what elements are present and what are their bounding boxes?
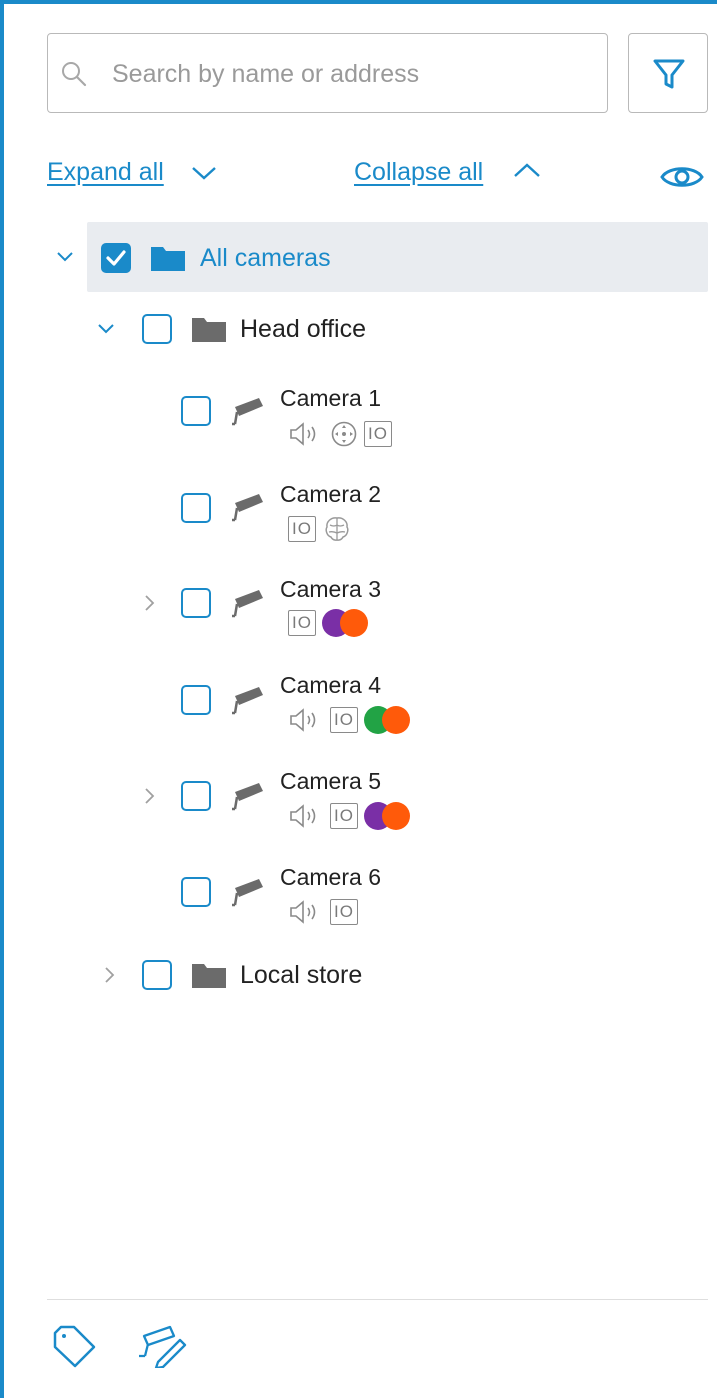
chevron-up-icon [514, 163, 540, 177]
camera-name: Camera 1 [280, 385, 381, 411]
chevron-right-icon[interactable] [103, 966, 115, 984]
checkbox-head-office[interactable] [142, 314, 172, 344]
camera-features: IO [288, 515, 352, 543]
orange-dot-icon [381, 706, 410, 734]
chevron-down-icon[interactable] [97, 322, 115, 336]
tag-icon[interactable] [51, 1323, 97, 1369]
collapse-all-link[interactable]: Collapse all [354, 158, 483, 187]
checkbox-camera-2[interactable] [181, 493, 211, 523]
checkbox-camera-5[interactable] [181, 781, 211, 811]
window-left-border [0, 0, 4, 1398]
folder-icon [192, 964, 226, 988]
search-icon [62, 62, 87, 87]
orange-dot-icon [381, 802, 410, 830]
chevron-right-icon[interactable] [143, 594, 155, 612]
checkbox-camera-6[interactable] [181, 877, 211, 907]
camera-icon [232, 783, 263, 811]
search-box[interactable] [47, 33, 608, 113]
speaker-icon [290, 422, 316, 446]
checkbox-camera-3[interactable] [181, 588, 211, 618]
checkbox-all-cameras[interactable] [101, 243, 131, 273]
chevron-down-icon [192, 167, 216, 180]
camera-features: IO [288, 609, 374, 637]
expand-all-link[interactable]: Expand all [47, 158, 164, 187]
checkbox-camera-1[interactable] [181, 396, 211, 426]
camera-name: Camera 2 [280, 481, 381, 507]
ptz-icon [331, 421, 357, 447]
speaker-icon [290, 804, 316, 828]
analytics-dots-icon [363, 802, 416, 830]
camera-features: IO [288, 898, 358, 926]
folder-icon [151, 247, 185, 271]
camera-icon [232, 879, 263, 907]
io-icon: IO [330, 803, 358, 829]
camera-name: Camera 3 [280, 576, 381, 602]
search-input[interactable] [112, 54, 592, 94]
camera-name: Camera 6 [280, 864, 381, 890]
io-icon: IO [288, 516, 316, 542]
camera-name: Camera 4 [280, 672, 381, 698]
folder-icon [192, 318, 226, 342]
camera-features: IO [288, 706, 416, 734]
eye-icon[interactable] [659, 162, 705, 192]
orange-dot-icon [339, 609, 368, 637]
chevron-right-icon[interactable] [143, 787, 155, 805]
analytics-dots-icon [363, 706, 416, 734]
bottom-divider [47, 1299, 708, 1300]
camera-icon [232, 590, 263, 618]
speaker-icon [290, 708, 316, 732]
camera-icon [232, 687, 263, 715]
tree-label-all-cameras: All cameras [200, 244, 331, 272]
tree-label-local-store: Local store [240, 961, 363, 989]
camera-name: Camera 5 [280, 768, 381, 794]
filter-icon [653, 59, 685, 89]
chevron-down-icon[interactable] [56, 250, 74, 264]
check-icon [106, 250, 126, 266]
window-top-border [0, 0, 717, 4]
io-icon: IO [330, 707, 358, 733]
io-icon: IO [364, 421, 392, 447]
io-icon: IO [288, 610, 316, 636]
speaker-icon [290, 900, 316, 924]
camera-features: IO [288, 420, 392, 448]
brain-icon [325, 517, 349, 541]
checkbox-local-store[interactable] [142, 960, 172, 990]
tree-label-head-office: Head office [240, 315, 367, 343]
camera-icon [232, 398, 263, 426]
filter-button[interactable] [628, 33, 708, 113]
checkbox-camera-4[interactable] [181, 685, 211, 715]
analytics-dots-icon [321, 609, 374, 637]
camera-icon [232, 494, 263, 522]
edit-camera-icon[interactable] [136, 1322, 188, 1368]
io-icon: IO [330, 899, 358, 925]
camera-features: IO [288, 802, 416, 830]
